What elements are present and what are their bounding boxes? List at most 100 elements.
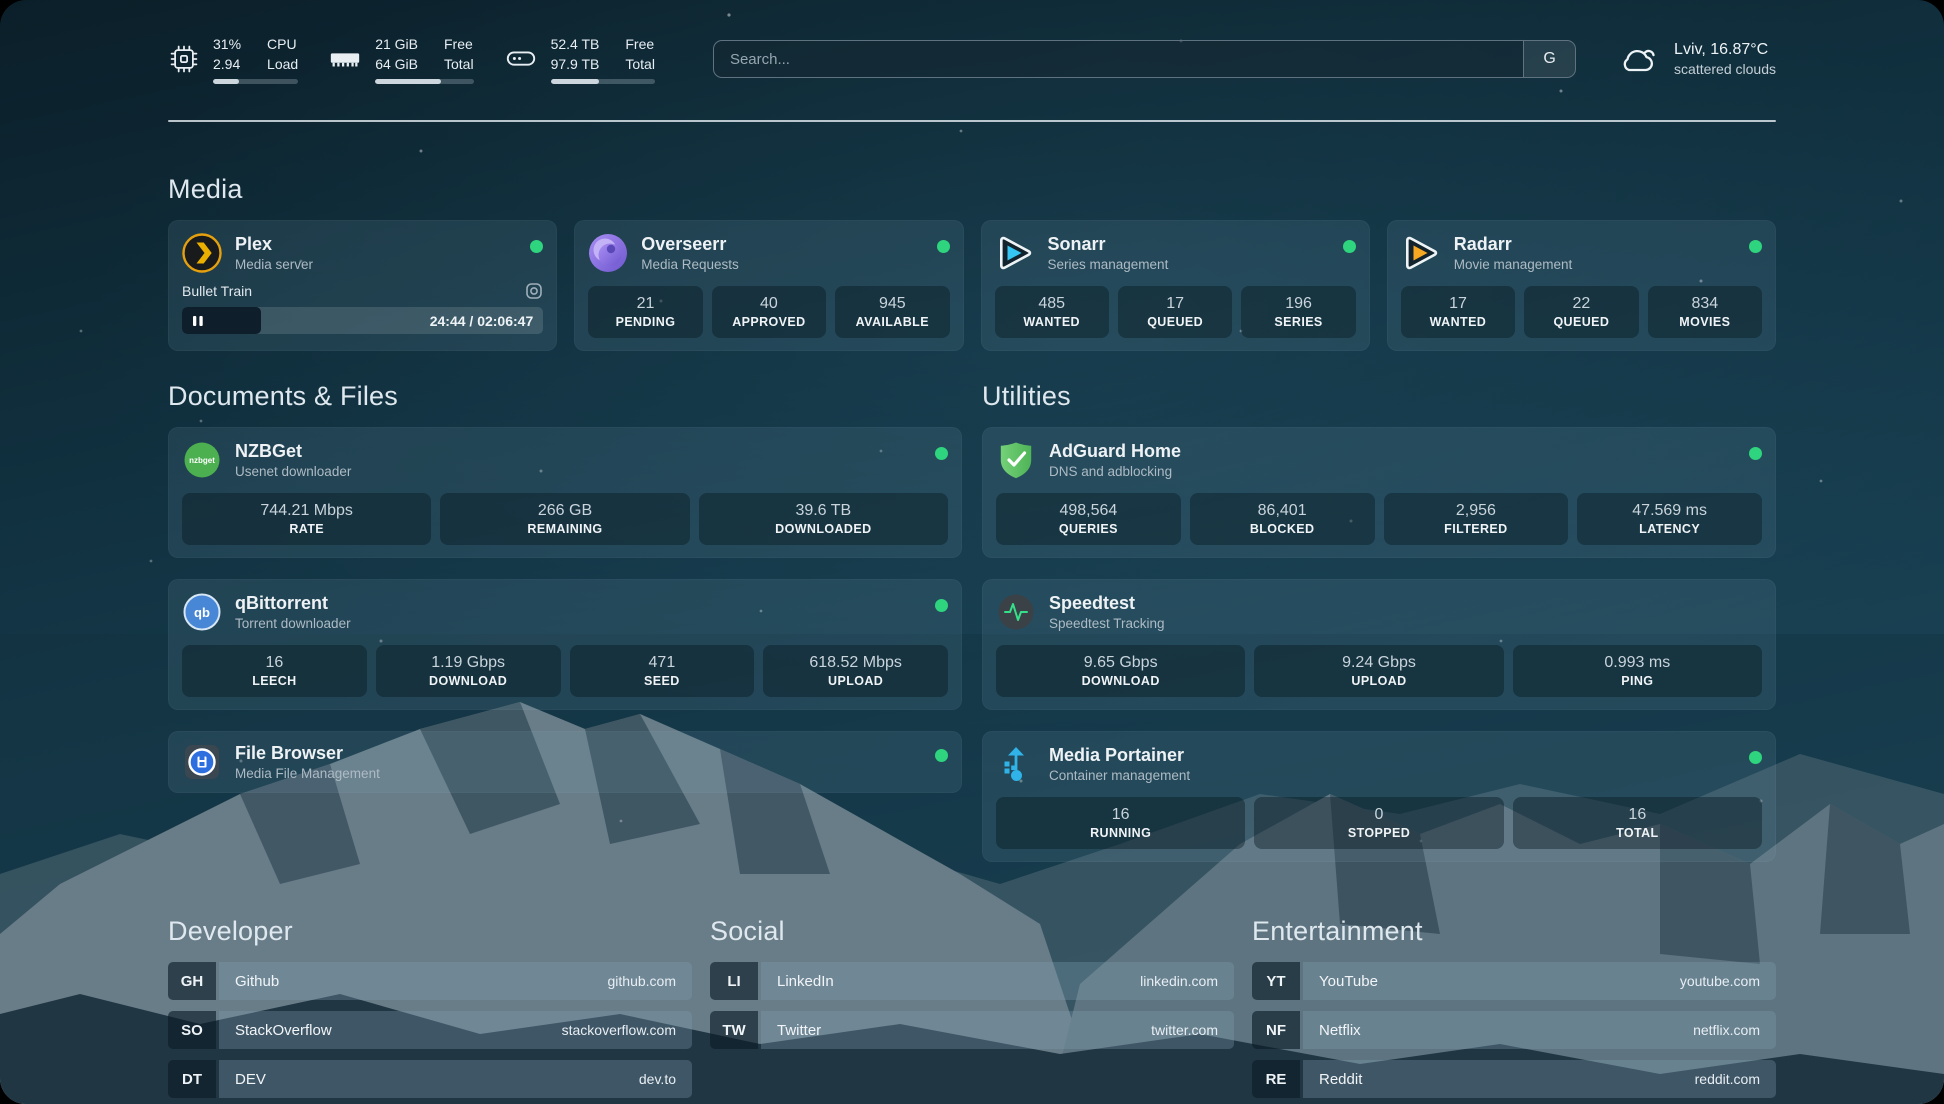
github-name: Github: [235, 973, 279, 990]
speedtest-card[interactable]: Speedtest Speedtest Tracking 9.65 GbpsDO…: [982, 579, 1776, 710]
sonarr-stat-wanted: 485WANTED: [995, 286, 1109, 338]
speedtest-stat-ping: 0.993 msPING: [1513, 645, 1762, 697]
cpu-progress-fill: [213, 79, 239, 84]
search-bar: G: [713, 40, 1576, 78]
documents-section-title: Documents & Files: [168, 381, 962, 412]
speedtest-icon: [996, 592, 1036, 632]
plex-card[interactable]: Plex Media server Bullet Train: [168, 220, 557, 351]
adguard-stat-blocked: 86,401BLOCKED: [1190, 493, 1375, 545]
radarr-stat-queued: 22QUEUED: [1524, 286, 1638, 338]
plex-player-bar: 24:44 / 02:06:47: [182, 307, 543, 334]
developer-section: Developer GH Githubgithub.com SO StackOv…: [168, 916, 692, 1098]
radarr-icon: [1401, 233, 1441, 273]
netflix-url: netflix.com: [1693, 1022, 1760, 1038]
radarr-stat-movies: 834MOVIES: [1648, 286, 1762, 338]
utilities-section-title: Utilities: [982, 381, 1776, 412]
disk-icon: [504, 42, 538, 76]
portainer-name: Media Portainer: [1049, 745, 1190, 766]
bookmark-linkedin[interactable]: LI LinkedInlinkedin.com: [710, 962, 1234, 1000]
youtube-abbr: YT: [1252, 962, 1300, 1000]
cpu-progress-track: [213, 79, 298, 84]
svg-text:qb: qb: [194, 605, 210, 620]
plex-desc: Media server: [235, 257, 313, 272]
portainer-status-dot: [1749, 751, 1762, 764]
stackoverflow-url: stackoverflow.com: [562, 1022, 676, 1038]
sonarr-card[interactable]: Sonarr Series management 485WANTED 17QUE…: [981, 220, 1370, 351]
youtube-url: youtube.com: [1680, 973, 1760, 989]
reddit-abbr: RE: [1252, 1060, 1300, 1098]
bookmark-stackoverflow[interactable]: SO StackOverflowstackoverflow.com: [168, 1011, 692, 1049]
disk-progress-track: [551, 79, 655, 84]
radarr-card[interactable]: Radarr Movie management 17WANTED 22QUEUE…: [1387, 220, 1776, 351]
social-section: Social LI LinkedInlinkedin.com TW Twitte…: [710, 916, 1234, 1049]
overseerr-desc: Media Requests: [641, 257, 739, 272]
entertainment-section-title: Entertainment: [1252, 916, 1776, 947]
portainer-icon: [996, 744, 1036, 784]
bookmark-netflix[interactable]: NF Netflix netflix.com: [1252, 1011, 1776, 1049]
ram-free-label: Free: [444, 34, 474, 54]
weather-widget: Lviv, 16.87°C scattered clouds: [1618, 41, 1776, 77]
overseerr-card[interactable]: Overseerr Media Requests 21PENDING 40APP…: [574, 220, 963, 351]
bookmark-dev[interactable]: DT DEVdev.to: [168, 1060, 692, 1098]
reddit-url: reddit.com: [1695, 1071, 1760, 1087]
media-section: Media Plex Media server: [168, 174, 1776, 351]
disk-total-label: Total: [625, 54, 655, 74]
adguard-stat-latency: 47.569 msLATENCY: [1577, 493, 1762, 545]
filebrowser-card[interactable]: File Browser Media File Management: [168, 731, 962, 793]
speedtest-name: Speedtest: [1049, 593, 1165, 614]
nzbget-stat-remaining: 266 GBREMAINING: [440, 493, 689, 545]
radarr-name: Radarr: [1454, 234, 1573, 255]
bookmark-twitter[interactable]: TW Twittertwitter.com: [710, 1011, 1234, 1049]
cloud-icon: [1618, 42, 1660, 76]
overseerr-stat-approved: 40APPROVED: [712, 286, 826, 338]
adguard-card[interactable]: AdGuard Home DNS and adblocking 498,564Q…: [982, 427, 1776, 558]
plex-status-dot: [530, 240, 543, 253]
nzbget-card[interactable]: nzbget NZBGet Usenet downloader 744.21 M…: [168, 427, 962, 558]
adguard-stat-queries: 498,564QUERIES: [996, 493, 1181, 545]
radarr-status-dot: [1749, 240, 1762, 253]
social-section-title: Social: [710, 916, 1234, 947]
portainer-stat-stopped: 0STOPPED: [1254, 797, 1503, 849]
ram-icon: [328, 42, 362, 76]
adguard-icon: [996, 440, 1036, 480]
ram-free-value: 21 GiB: [375, 34, 418, 54]
reddit-name: Reddit: [1319, 1071, 1362, 1088]
filebrowser-icon: [182, 742, 222, 782]
qbittorrent-icon: qb: [182, 592, 222, 632]
portainer-card[interactable]: Media Portainer Container management 16R…: [982, 731, 1776, 862]
youtube-name: YouTube: [1319, 973, 1378, 990]
bookmark-youtube[interactable]: YT YouTube youtube.com: [1252, 962, 1776, 1000]
qbittorrent-desc: Torrent downloader: [235, 616, 351, 631]
disk-free-label: Free: [625, 34, 655, 54]
github-abbr: GH: [168, 962, 216, 1000]
bookmark-github[interactable]: GH Githubgithub.com: [168, 962, 692, 1000]
nzbget-status-dot: [935, 447, 948, 460]
overseerr-stat-available: 945AVAILABLE: [835, 286, 949, 338]
bookmark-reddit[interactable]: RE Reddit reddit.com: [1252, 1060, 1776, 1098]
speedtest-desc: Speedtest Tracking: [1049, 616, 1165, 631]
radarr-desc: Movie management: [1454, 257, 1573, 272]
overseerr-stat-pending: 21PENDING: [588, 286, 702, 338]
linkedin-name: LinkedIn: [777, 973, 834, 990]
search-input[interactable]: [714, 41, 1523, 77]
search-provider-button[interactable]: G: [1523, 41, 1575, 77]
overseerr-name: Overseerr: [641, 234, 739, 255]
now-playing-view-icon[interactable]: [525, 282, 543, 300]
netflix-name: Netflix: [1319, 1022, 1361, 1039]
sonarr-name: Sonarr: [1048, 234, 1169, 255]
adguard-status-dot: [1749, 447, 1762, 460]
weather-condition: scattered clouds: [1674, 61, 1776, 77]
linkedin-abbr: LI: [710, 962, 758, 1000]
portainer-stat-total: 16TOTAL: [1513, 797, 1762, 849]
qbittorrent-stat-seed: 471SEED: [570, 645, 755, 697]
ram-progress-fill: [375, 79, 441, 84]
sonarr-status-dot: [1343, 240, 1356, 253]
cpu-load-label: Load: [267, 54, 298, 74]
cpu-widget: 31%2.94 CPULoad: [168, 34, 298, 85]
netflix-abbr: NF: [1252, 1011, 1300, 1049]
qbittorrent-card[interactable]: qb qBittorrent Torrent downloader 16LEEC…: [168, 579, 962, 710]
header-bar: 31%2.94 CPULoad 21 GiB64 GiB FreeTotal: [168, 30, 1776, 88]
nzbget-icon: nzbget: [182, 440, 222, 480]
nzbget-desc: Usenet downloader: [235, 464, 351, 479]
qbittorrent-name: qBittorrent: [235, 593, 351, 614]
